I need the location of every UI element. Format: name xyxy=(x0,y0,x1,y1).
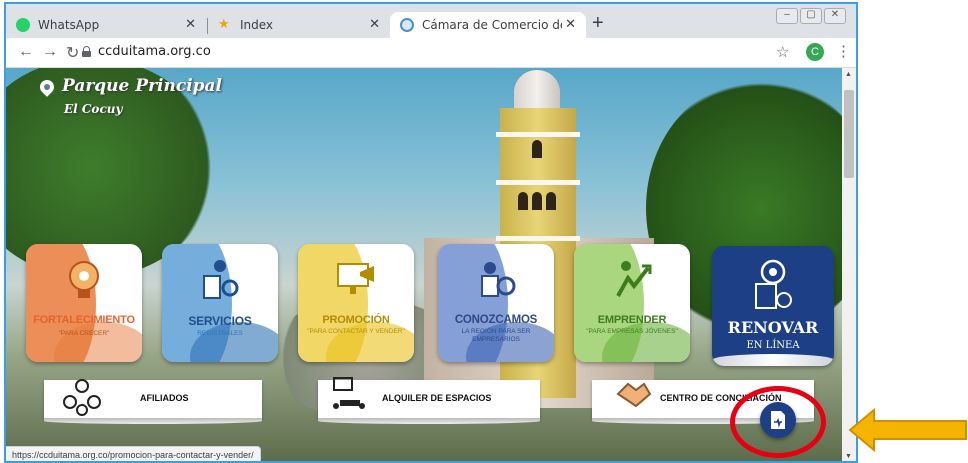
close-window-button[interactable]: ✕ xyxy=(824,8,846,24)
handshake-icon xyxy=(616,382,652,408)
ccd-logo-icon xyxy=(400,18,414,32)
scroll-down-arrow-icon[interactable]: ▼ xyxy=(845,453,852,460)
location-subtitle: El Cocuy xyxy=(64,102,123,116)
whatsapp-icon xyxy=(16,18,30,32)
card-sublabel: "PARA EMPRESAS JÓVENES" xyxy=(586,328,678,335)
scroll-thumb[interactable] xyxy=(844,90,854,178)
card-sublabel: "PARA CRECER" xyxy=(58,330,110,337)
close-icon[interactable]: ✕ xyxy=(185,17,196,32)
card-fortalecimiento[interactable]: FORTALECIMIENTO "PARA CRECER" xyxy=(26,244,142,362)
star-logo-icon: ★ xyxy=(218,17,230,32)
card-label: EMPRENDER xyxy=(597,314,667,326)
card-sublabel: REGISTRALES xyxy=(197,330,243,337)
region-analytics-icon xyxy=(481,262,516,297)
address-bar[interactable]: ccduitama.org.co xyxy=(98,44,211,59)
afiliados-button[interactable]: AFILIADOS xyxy=(44,379,262,424)
card-conozcamos[interactable]: CONOZCAMOS LA REGIÓN PARA SER EMPRESARIO… xyxy=(438,244,554,362)
pointer-arrow-icon xyxy=(848,408,967,452)
browser-window: WhatsApp ✕ ★ Index ✕ Cámara de Comercio … xyxy=(4,2,858,463)
affiliates-network-icon xyxy=(63,379,101,416)
card-renovar-en-linea[interactable]: RENOVAR EN LÍNEA xyxy=(712,246,834,366)
close-icon[interactable]: ✕ xyxy=(369,17,380,32)
forward-arrow-icon[interactable]: → xyxy=(42,43,58,61)
tab-title: WhatsApp xyxy=(38,18,100,32)
tab-strip: WhatsApp ✕ ★ Index ✕ Cámara de Comercio … xyxy=(6,4,856,38)
card-sublabel: "PARA CONTACTAR Y VENDER" xyxy=(307,328,405,335)
profile-avatar[interactable]: C xyxy=(806,43,824,61)
status-bar-url: https://ccduitama.org.co/promocion-para-… xyxy=(6,446,261,461)
card-promocion[interactable]: PROMOCIÓN "PARA CONTACTAR Y VENDER" xyxy=(298,244,414,362)
back-arrow-icon[interactable]: ← xyxy=(18,43,34,61)
minimize-button[interactable]: – xyxy=(776,8,798,24)
entrepreneur-growth-icon xyxy=(616,261,652,297)
web-page: Parque Principal El Cocuy FORTALECIMIENT… xyxy=(6,68,842,461)
card-servicios[interactable]: SERVICIOS REGISTRALES xyxy=(162,244,278,362)
button-label: ALQUILER DE ESPACIOS xyxy=(382,393,492,403)
card-sublabel: EN LÍNEA xyxy=(746,340,800,351)
browser-toolbar: ← → ↻ ccduitama.org.co ☆ C ⋮ xyxy=(6,38,856,68)
location-pin-icon xyxy=(37,77,57,98)
screenshot: WhatsApp ✕ ★ Index ✕ Cámara de Comercio … xyxy=(0,0,968,463)
reload-icon[interactable]: ↻ xyxy=(66,43,79,63)
scroll-up-arrow-icon[interactable]: ▲ xyxy=(845,71,852,78)
close-icon[interactable]: ✕ xyxy=(565,17,576,32)
renew-online-icon xyxy=(755,259,792,309)
maximize-button[interactable]: ▢ xyxy=(800,8,822,24)
tab-title: Cámara de Comercio de Duitama xyxy=(422,18,562,32)
card-label: PROMOCIÓN xyxy=(322,314,390,326)
location-title: Parque Principal xyxy=(62,76,223,96)
card-sublabel: LA REGIÓN PARA SER EMPRESARIOS xyxy=(461,328,531,343)
registry-services-icon xyxy=(203,260,239,299)
tab-whatsapp[interactable]: WhatsApp ✕ xyxy=(6,12,206,38)
gears-lightbulb-icon xyxy=(69,261,99,298)
kebab-menu-icon[interactable]: ⋮ xyxy=(836,42,851,60)
lock-icon xyxy=(82,46,91,57)
card-label: FORTALECIMIENTO xyxy=(33,314,135,326)
highlight-circle xyxy=(730,386,826,458)
tab-camara-comercio[interactable]: Cámara de Comercio de Duitama ✕ xyxy=(390,12,586,38)
new-tab-button[interactable]: + xyxy=(592,12,604,35)
bookmark-star-icon[interactable]: ☆ xyxy=(776,43,789,61)
button-label: AFILIADOS xyxy=(140,393,189,403)
tab-title: Index xyxy=(240,18,274,32)
card-label: SERVICIOS xyxy=(188,314,252,328)
tab-index[interactable]: ★ Index ✕ xyxy=(208,12,390,38)
vertical-scrollbar[interactable]: ▲ ▼ xyxy=(842,68,856,461)
card-emprender[interactable]: EMPRENDER "PARA EMPRESAS JÓVENES" xyxy=(574,244,690,362)
card-label: CONOZCAMOS xyxy=(454,314,538,326)
window-controls: – ▢ ✕ xyxy=(776,8,846,24)
promotion-monitor-icon xyxy=(337,263,374,294)
alquiler-espacios-button[interactable]: ALQUILER DE ESPACIOS xyxy=(318,377,540,424)
meeting-room-icon xyxy=(333,377,365,409)
card-label: RENOVAR xyxy=(727,318,819,337)
